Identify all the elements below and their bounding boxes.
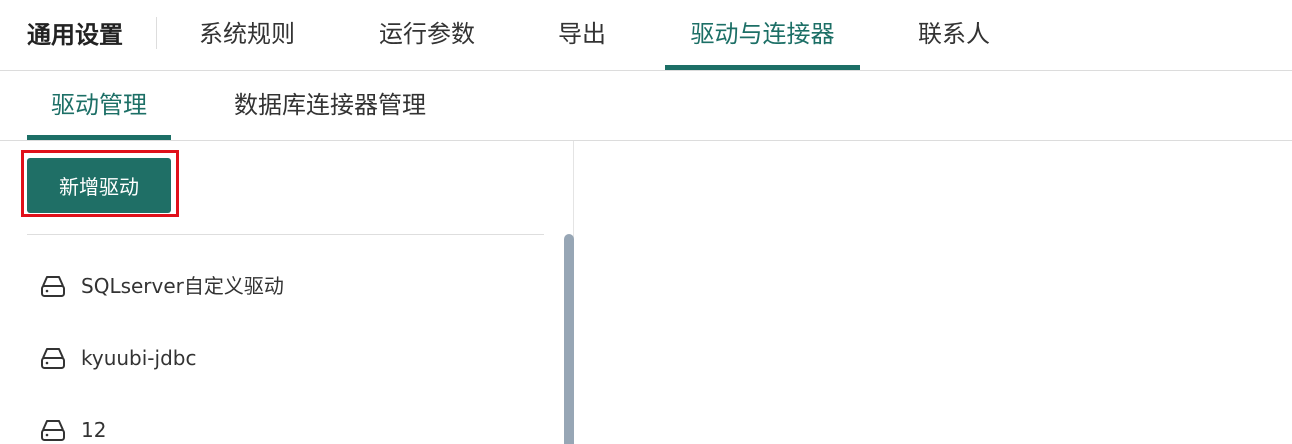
hard-drive-icon bbox=[41, 276, 65, 297]
page-title: 通用设置 bbox=[27, 21, 123, 49]
top-tab-bar: 通用设置 系统规则 运行参数 导出 驱动与连接器 联系人 bbox=[0, 0, 1292, 71]
tab-contacts[interactable]: 联系人 bbox=[896, 0, 1012, 70]
subtab-driver-management[interactable]: 驱动管理 bbox=[27, 71, 171, 140]
tab-system-rules[interactable]: 系统规则 bbox=[176, 0, 318, 70]
driver-label: 12 bbox=[81, 418, 107, 442]
title-divider bbox=[156, 17, 157, 49]
tab-drivers-connectors[interactable]: 驱动与连接器 bbox=[665, 0, 860, 70]
add-driver-button[interactable]: 新增驱动 bbox=[27, 158, 171, 213]
driver-item-12[interactable]: 12 bbox=[0, 379, 540, 444]
driver-label: kyuubi-jdbc bbox=[81, 346, 197, 370]
hard-drive-icon bbox=[41, 420, 65, 441]
list-scrollbar[interactable] bbox=[564, 234, 574, 444]
driver-item-kyuubi[interactable]: kyuubi-jdbc bbox=[0, 307, 540, 379]
hard-drive-icon bbox=[41, 348, 65, 369]
driver-label: SQLserver自定义驱动 bbox=[81, 274, 284, 298]
tab-runtime-params[interactable]: 运行参数 bbox=[356, 0, 498, 70]
sub-tab-bar: 驱动管理 数据库连接器管理 bbox=[0, 71, 1292, 141]
settings-page: 通用设置 系统规则 运行参数 导出 驱动与连接器 联系人 驱动管理 数据库连接器… bbox=[0, 0, 1292, 444]
driver-list-panel: 新增驱动 SQLserver自定义驱动 kyuubi-jdbc 12 bbox=[0, 141, 574, 444]
driver-detail-panel bbox=[575, 141, 1292, 444]
subtab-connector-management[interactable]: 数据库连接器管理 bbox=[212, 71, 448, 140]
tab-export[interactable]: 导出 bbox=[536, 0, 628, 70]
driver-item-sqlserver[interactable]: SQLserver自定义驱动 bbox=[0, 235, 540, 307]
